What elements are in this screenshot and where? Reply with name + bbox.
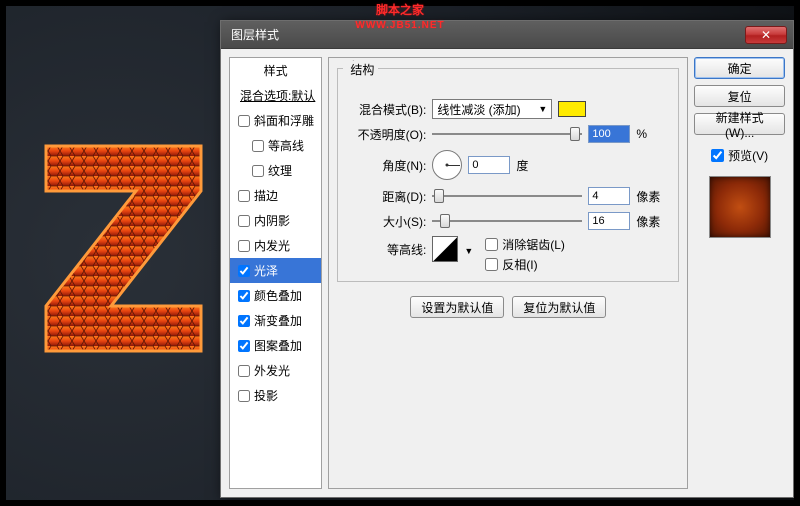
style-item-label: 图案叠加 [254, 337, 302, 354]
blend-mode-select[interactable]: 线性减淡 (添加) ▼ [432, 99, 552, 119]
style-checkbox[interactable] [238, 265, 250, 277]
style-checkbox[interactable] [238, 365, 250, 377]
style-checkbox[interactable] [252, 165, 264, 177]
distance-slider[interactable] [432, 189, 582, 203]
size-label: 大小(S): [348, 213, 426, 230]
options-panel: 光泽 结构 混合模式(B): 线性减淡 (添加) ▼ 不透明度(O): [328, 57, 688, 489]
opacity-unit: % [636, 127, 668, 141]
titlebar[interactable]: 图层样式 ✕ [221, 21, 793, 49]
watermark-line2: WWW.JB51.NET [355, 18, 444, 33]
set-default-button[interactable]: 设置为默认值 [410, 296, 504, 318]
antialias-label: 消除锯齿(L) [502, 236, 565, 253]
style-checkbox[interactable] [238, 290, 250, 302]
blend-mode-label: 混合模式(B): [348, 101, 426, 118]
style-item-label: 内发光 [254, 237, 290, 254]
style-item[interactable]: 颜色叠加 [230, 283, 321, 308]
chevron-down-icon: ▼ [538, 104, 547, 114]
dialog-buttons-panel: 确定 复位 新建样式(W)... 预览(V) [694, 57, 785, 489]
style-item[interactable]: 渐变叠加 [230, 308, 321, 333]
style-item-label: 内阴影 [254, 212, 290, 229]
close-icon: ✕ [761, 28, 771, 42]
cancel-button[interactable]: 复位 [694, 85, 785, 107]
style-item-label: 斜面和浮雕 [254, 112, 314, 129]
size-input[interactable]: 16 [588, 212, 630, 230]
preview-thumbnail [709, 176, 771, 238]
opacity-input[interactable]: 100 [588, 125, 630, 143]
styles-list-panel: 样式 混合选项:默认 斜面和浮雕等高线纹理描边内阴影内发光光泽颜色叠加渐变叠加图… [229, 57, 322, 489]
invert-label: 反相(I) [502, 256, 537, 273]
opacity-slider[interactable] [432, 127, 582, 141]
contour-label: 等高线: [348, 236, 426, 258]
style-checkbox[interactable] [238, 240, 250, 252]
size-unit: 像素 [636, 213, 668, 230]
layer-style-dialog: 图层样式 ✕ 样式 混合选项:默认 斜面和浮雕等高线纹理描边内阴影内发光光泽颜色… [220, 20, 794, 498]
distance-label: 距离(D): [348, 188, 426, 205]
watermark-line1: 脚本之家 [376, 3, 424, 17]
style-item[interactable]: 光泽 [230, 258, 321, 283]
style-item-label: 光泽 [254, 262, 278, 279]
style-checkbox[interactable] [238, 390, 250, 402]
angle-unit: 度 [516, 157, 548, 174]
style-item-label: 等高线 [268, 137, 304, 154]
antialias-checkbox[interactable] [485, 238, 498, 251]
style-item[interactable]: 斜面和浮雕 [230, 108, 321, 133]
blend-options-default[interactable]: 混合选项:默认 [230, 83, 321, 108]
new-style-button[interactable]: 新建样式(W)... [694, 113, 785, 135]
invert-checkbox[interactable] [485, 258, 498, 271]
style-checkbox[interactable] [238, 115, 250, 127]
dialog-title: 图层样式 [231, 26, 279, 43]
style-checkbox[interactable] [238, 215, 250, 227]
angle-input[interactable]: 0 [468, 156, 510, 174]
color-swatch[interactable] [558, 101, 586, 117]
angle-label: 角度(N): [348, 157, 426, 174]
style-item[interactable]: 内阴影 [230, 208, 321, 233]
structure-title: 结构 [346, 61, 378, 78]
style-item[interactable]: 投影 [230, 383, 321, 408]
distance-input[interactable]: 4 [588, 187, 630, 205]
style-item-label: 投影 [254, 387, 278, 404]
style-item[interactable]: 外发光 [230, 358, 321, 383]
chevron-down-icon: ▼ [464, 246, 473, 256]
style-checkbox[interactable] [238, 340, 250, 352]
style-checkbox[interactable] [238, 190, 250, 202]
style-item[interactable]: 图案叠加 [230, 333, 321, 358]
style-checkbox[interactable] [238, 315, 250, 327]
style-item[interactable]: 内发光 [230, 233, 321, 258]
structure-fieldset: 结构 混合模式(B): 线性减淡 (添加) ▼ 不透明度(O): 100 % [337, 68, 679, 282]
ok-button[interactable]: 确定 [694, 57, 785, 79]
style-item-label: 描边 [254, 187, 278, 204]
style-item-label: 纹理 [268, 162, 292, 179]
distance-unit: 像素 [636, 188, 668, 205]
style-checkbox[interactable] [252, 140, 264, 152]
style-item-label: 渐变叠加 [254, 312, 302, 329]
style-item[interactable]: 等高线 [230, 133, 321, 158]
angle-dial[interactable] [432, 150, 462, 180]
preview-label: 预览(V) [728, 147, 768, 164]
reset-default-button[interactable]: 复位为默认值 [512, 296, 606, 318]
style-item[interactable]: 描边 [230, 183, 321, 208]
style-item[interactable]: 纹理 [230, 158, 321, 183]
size-slider[interactable] [432, 214, 582, 228]
blend-mode-value: 线性减淡 (添加) [437, 101, 520, 118]
styles-header: 样式 [230, 58, 321, 83]
close-button[interactable]: ✕ [745, 26, 787, 44]
preview-letter-z [36, 136, 211, 361]
opacity-label: 不透明度(O): [348, 126, 426, 143]
contour-picker[interactable] [432, 236, 458, 262]
preview-checkbox[interactable] [711, 149, 724, 162]
watermark: 脚本之家 WWW.JB51.NET [355, 2, 444, 33]
style-item-label: 外发光 [254, 362, 290, 379]
style-item-label: 颜色叠加 [254, 287, 302, 304]
